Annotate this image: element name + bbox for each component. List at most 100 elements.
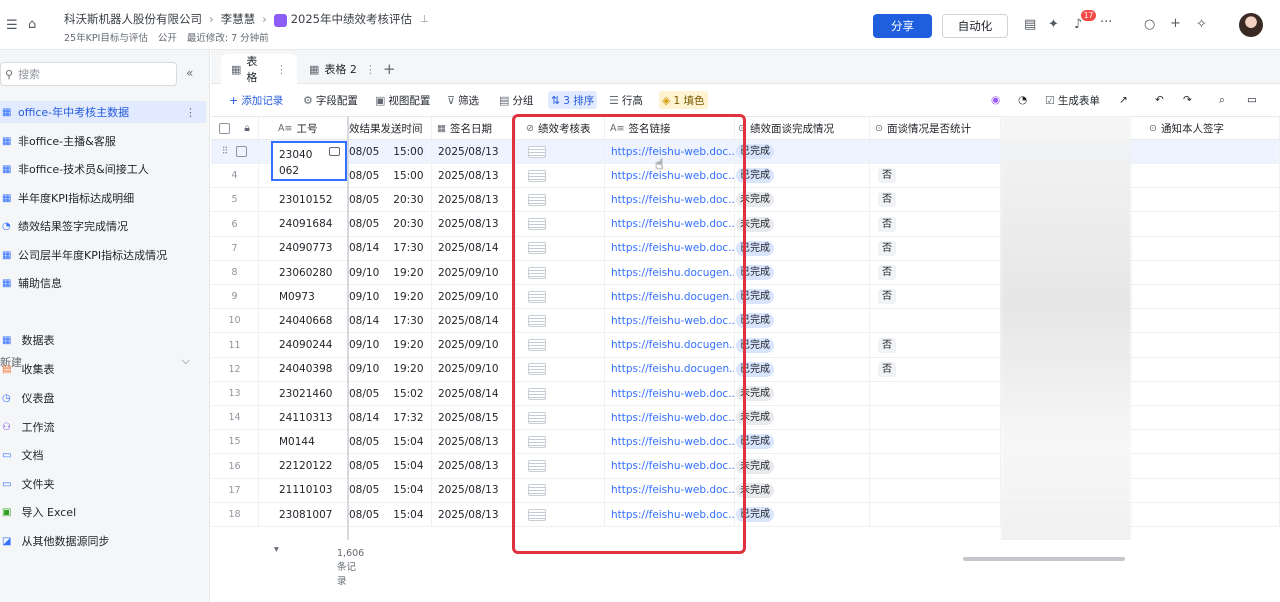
cell-sign-date[interactable]: 2025/08/13: [432, 478, 516, 502]
column-header-stat[interactable]: ⊙ 面谈情况是否统计: [870, 117, 1001, 140]
doc-title[interactable]: 2025年中绩效考核评估: [291, 11, 412, 27]
folder-label[interactable]: 25年KPI目标与评估: [64, 30, 148, 44]
select-all-checkbox[interactable]: 🔒︎: [211, 117, 259, 140]
cell-sign-date[interactable]: 2025/08/13: [432, 430, 516, 454]
cell-sign-date[interactable]: 2025/09/10: [432, 357, 516, 381]
cell-sent-time[interactable]: 09/10 19:20: [348, 261, 432, 284]
cell-stat[interactable]: 否: [870, 333, 1001, 357]
column-header-interview[interactable]: ⊙ 绩效面谈完成情况: [735, 117, 870, 140]
cell-sent-time[interactable]: 09/10 19:20: [348, 333, 432, 357]
cell-employee-id[interactable]: 24040398: [273, 357, 348, 381]
cell-notify[interactable]: [1131, 478, 1280, 502]
cell-sign-date[interactable]: 2025/08/13: [432, 140, 516, 163]
cell-stat[interactable]: 否: [870, 285, 1001, 309]
share-button[interactable]: 分享: [873, 14, 932, 38]
cell-notify[interactable]: [1131, 382, 1280, 405]
cell-sent-time[interactable]: 08/05 15:04: [348, 430, 432, 454]
avatar[interactable]: [1239, 13, 1263, 37]
cell-sent-time[interactable]: 08/05 15:04: [348, 503, 432, 526]
sidebar-table-item[interactable]: ▦ 辅助信息: [0, 272, 206, 294]
plugin-icon[interactable]: ✦: [1048, 17, 1059, 33]
cell-sent-time[interactable]: 08/05 20:30: [348, 212, 432, 236]
cell-sign-date[interactable]: 2025/08/13: [432, 212, 516, 236]
cell-employee-id[interactable]: 23021460: [273, 382, 348, 405]
new-item-dashboard[interactable]: ◷ 仪表盘: [0, 387, 206, 409]
cell-stat[interactable]: [870, 430, 1001, 454]
cell-notify[interactable]: [1131, 164, 1280, 188]
cell-sign-date[interactable]: 2025/08/14: [432, 382, 516, 405]
new-item-import-excel[interactable]: ▣ 导入 Excel: [0, 501, 206, 523]
cell-employee-id[interactable]: 24091684: [273, 212, 348, 236]
column-header-notify[interactable]: ⊙ 通知本人签字: [1131, 117, 1280, 140]
cell-notify[interactable]: [1131, 212, 1280, 236]
cell-sign-date[interactable]: 2025/08/13: [432, 454, 516, 478]
ai-sparkle-icon[interactable]: ✧: [1196, 17, 1207, 33]
cell-notify[interactable]: [1131, 406, 1280, 430]
cell-sent-time[interactable]: 08/14 17:30: [348, 309, 432, 333]
generate-form-button[interactable]: ☑ 生成表单: [1045, 91, 1100, 109]
home-icon[interactable]: ⌂: [28, 17, 36, 33]
collapse-sidebar-icon[interactable]: «: [186, 66, 193, 80]
cell-sign-date[interactable]: 2025/08/14: [432, 309, 516, 333]
add-view-icon[interactable]: +: [373, 54, 406, 84]
cell-interview-status[interactable]: 已完成: [735, 503, 870, 526]
cell-stat[interactable]: 否: [870, 164, 1001, 188]
cell-notify[interactable]: [1131, 454, 1280, 478]
cell-stat[interactable]: [870, 503, 1001, 526]
new-item-sync[interactable]: ◪ 从其他数据源同步: [0, 530, 206, 552]
cell-notify[interactable]: [1131, 140, 1280, 163]
drag-handle-icon[interactable]: ⠿: [222, 146, 229, 157]
new-item-table[interactable]: ▦ 数据表: [0, 329, 206, 351]
new-item-folder[interactable]: ▭ 文件夹: [0, 473, 206, 495]
cell-interview-status[interactable]: 已完成: [735, 285, 870, 309]
more-icon[interactable]: ···: [1100, 15, 1112, 31]
sidebar-table-item[interactable]: ◔ 绩效结果签字完成情况: [0, 215, 206, 237]
cell-employee-id[interactable]: 24090244: [273, 333, 348, 357]
history-icon[interactable]: ◔: [1018, 91, 1027, 109]
cell-sent-time[interactable]: 08/05 15:02: [348, 382, 432, 405]
cell-employee-id[interactable]: 24090773: [273, 236, 348, 260]
cell-employee-id[interactable]: 23081007: [273, 503, 348, 526]
cell-sign-date[interactable]: 2025/09/10: [432, 285, 516, 309]
cell-employee-id[interactable]: 23010152: [273, 188, 348, 212]
column-header-sign-date[interactable]: ▦ 签名日期: [432, 117, 516, 140]
cell-stat[interactable]: [870, 478, 1001, 502]
redo-icon[interactable]: ↷: [1183, 91, 1192, 109]
cell-notify[interactable]: [1131, 261, 1280, 284]
cell-notify[interactable]: [1131, 236, 1280, 260]
cell-interview-status[interactable]: 已完成: [735, 357, 870, 381]
cell-interview-status[interactable]: 未完成: [735, 478, 870, 502]
comment-icon[interactable]: ▭: [1247, 91, 1257, 109]
search-icon[interactable]: ○: [1144, 17, 1155, 33]
cell-notify[interactable]: [1131, 309, 1280, 333]
column-header-sent-time[interactable]: 效结果发送时间: [348, 117, 432, 140]
sort-button[interactable]: ⇅ 3 排序: [548, 91, 598, 109]
sidebar-table-item[interactable]: ▦ 非office-主播&客服: [0, 130, 206, 152]
cell-interview-status[interactable]: 已完成: [735, 236, 870, 260]
cell-notify[interactable]: [1131, 285, 1280, 309]
cell-sent-time[interactable]: 08/05 20:30: [348, 188, 432, 212]
cell-sent-time[interactable]: 08/14 17:32: [348, 406, 432, 430]
add-record-button[interactable]: + 添加记录: [229, 91, 283, 109]
sidebar-table-item[interactable]: ▦ 半年度KPI指标达成明细: [0, 187, 206, 209]
undo-icon[interactable]: ↶: [1155, 91, 1164, 109]
row-checkbox[interactable]: [236, 146, 248, 157]
breadcrumb-org[interactable]: 科沃斯机器人股份有限公司: [64, 11, 202, 27]
cell-notify[interactable]: [1131, 503, 1280, 526]
horizontal-scrollbar[interactable]: [963, 557, 1125, 561]
tab-table-1[interactable]: ▦ 表格 ⋮: [221, 54, 297, 84]
find-icon[interactable]: ⌕: [1219, 91, 1225, 109]
cell-sent-time[interactable]: 09/10 19:20: [348, 357, 432, 381]
cell-stat[interactable]: [870, 406, 1001, 430]
cell-interview-status[interactable]: 已完成: [735, 333, 870, 357]
frozen-column-divider[interactable]: [347, 116, 349, 540]
cell-employee-id[interactable]: 23060280: [273, 261, 348, 284]
cell-sent-time[interactable]: 09/10 19:20: [348, 285, 432, 309]
cell-stat[interactable]: [870, 309, 1001, 333]
cell-employee-id[interactable]: 22120122: [273, 454, 348, 478]
sidebar-table-item[interactable]: ▦ office-年中考核主数据 ⋮: [0, 101, 206, 123]
cell-employee-id[interactable]: 24040668: [273, 309, 348, 333]
cell-interview-status[interactable]: 未完成: [735, 212, 870, 236]
more-vertical-icon[interactable]: ⋮: [276, 63, 287, 76]
bell-icon[interactable]: ♪: [1074, 17, 1082, 33]
